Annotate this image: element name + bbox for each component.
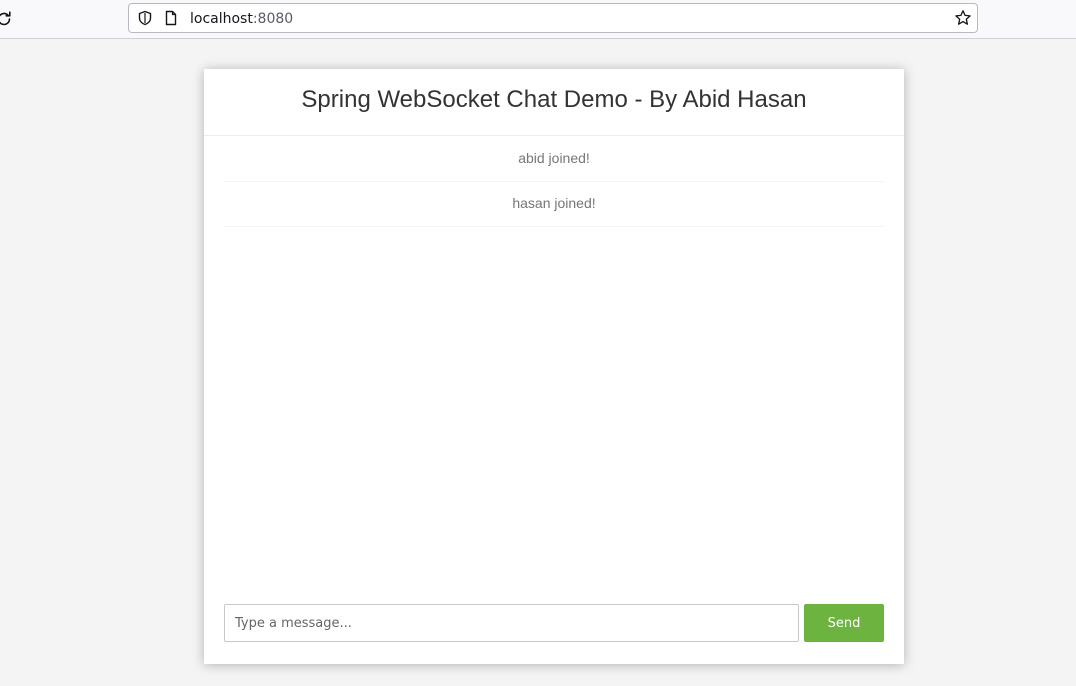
page-title: Spring WebSocket Chat Demo - By Abid Has… xyxy=(301,86,807,113)
reload-icon[interactable] xyxy=(0,9,14,29)
message-list: abid joined! hasan joined! xyxy=(224,137,884,227)
event-message: abid joined! xyxy=(224,137,884,182)
url-text[interactable]: localhost:8080 xyxy=(190,10,293,28)
url-port: :8080 xyxy=(252,11,294,27)
browser-toolbar: localhost:8080 xyxy=(0,0,1076,39)
send-button[interactable]: Send xyxy=(804,604,884,642)
bookmark-star-icon[interactable] xyxy=(954,9,972,27)
chat-header: Spring WebSocket Chat Demo - By Abid Has… xyxy=(204,69,904,136)
shield-icon[interactable] xyxy=(137,10,153,26)
message-form: Send xyxy=(224,604,884,642)
url-host: localhost xyxy=(190,11,253,27)
message-input[interactable] xyxy=(224,604,799,642)
page-icon[interactable] xyxy=(163,10,179,26)
address-bar[interactable]: localhost:8080 xyxy=(128,3,978,33)
chat-container: Spring WebSocket Chat Demo - By Abid Has… xyxy=(204,69,904,664)
event-message: hasan joined! xyxy=(224,182,884,227)
